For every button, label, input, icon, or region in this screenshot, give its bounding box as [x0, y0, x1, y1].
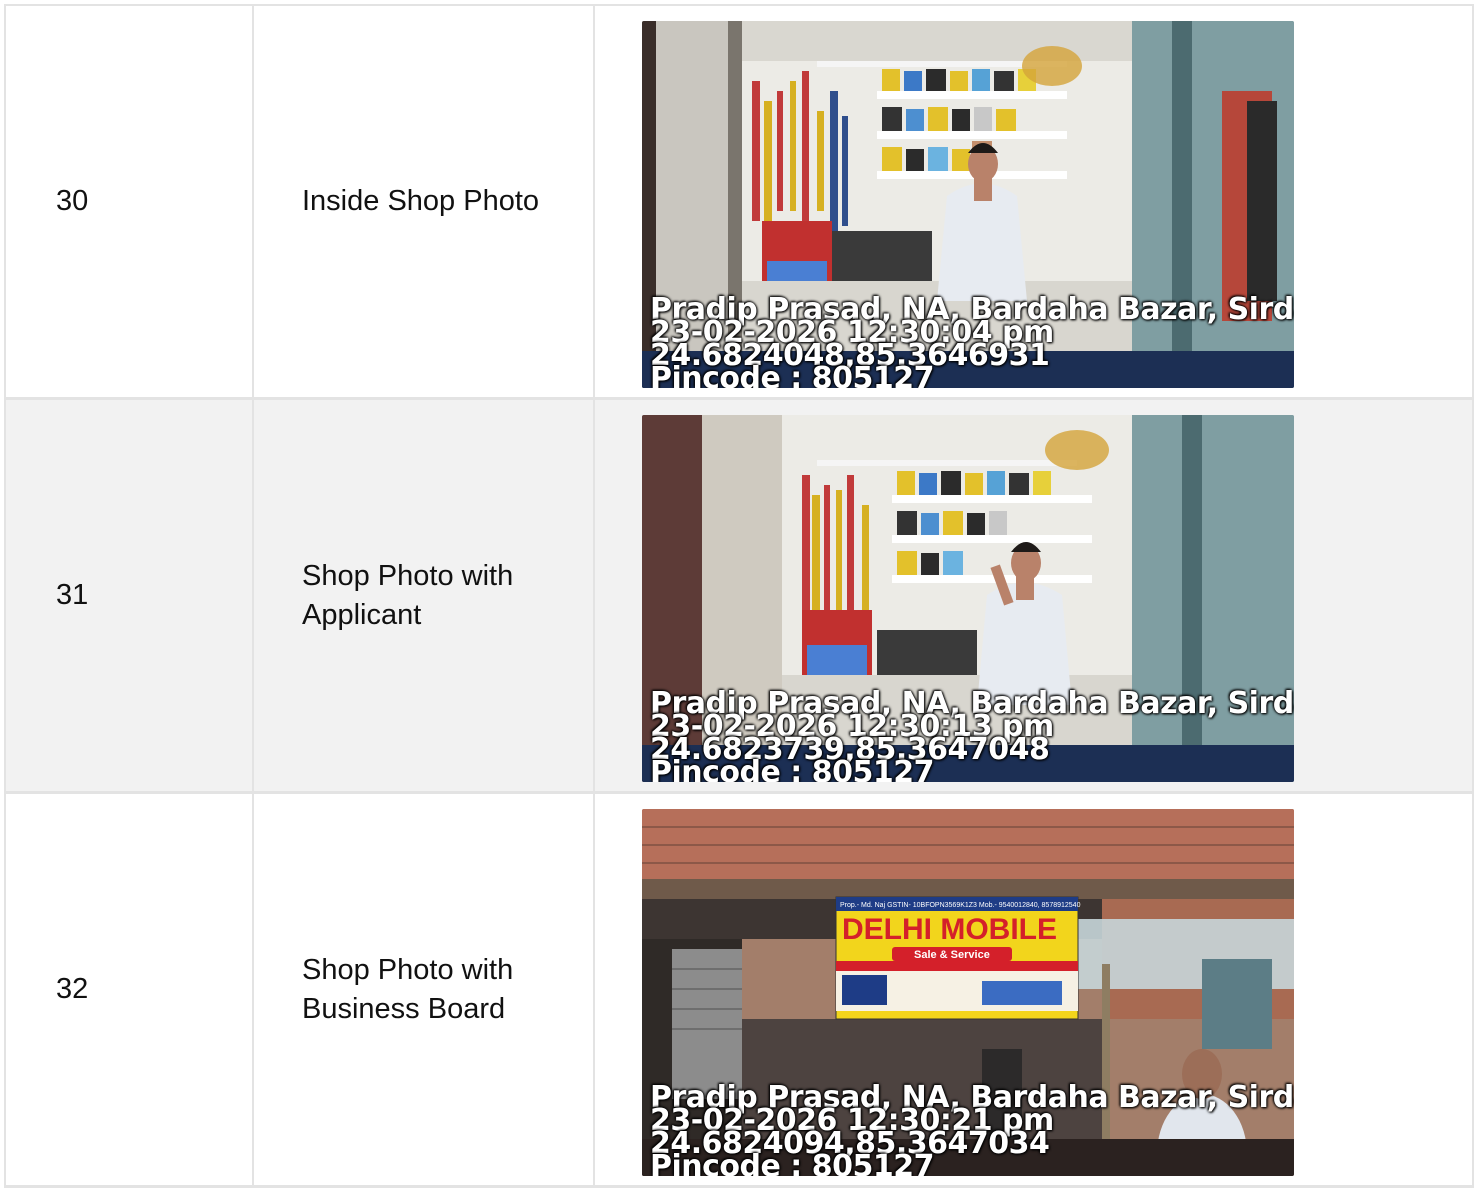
board-title: DELHI MOBILE [842, 913, 1057, 946]
table-row: 31 Shop Photo with Applicant Pradip Pras… [4, 400, 1474, 794]
business-board: Prop.- Md. Naj GSTIN- 10BFOPN3569K1Z3 Mo… [835, 896, 1081, 1020]
table-row: 32 Shop Photo with Business Board Prop.-… [4, 794, 1474, 1188]
photo-stamp: Pradip Prasad, NA, Bardaha Bazar, Sirdal… [650, 295, 1294, 389]
photo-stamp: Pradip Prasad, NA, Bardaha Bazar, Sirdal… [650, 1083, 1294, 1177]
photo-stamp: Pradip Prasad, NA, Bardaha Bazar, Sirdal… [650, 689, 1294, 783]
row-label: Inside Shop Photo [252, 6, 593, 397]
row-number: 31 [4, 400, 252, 791]
row-number: 32 [4, 794, 252, 1185]
row-number: 30 [4, 6, 252, 397]
photo-table: 30 Inside Shop Photo Pradip Prasad, NA, … [4, 4, 1474, 1188]
row-label: Shop Photo with Business Board [252, 794, 593, 1185]
inside-shop-photo[interactable]: Pradip Prasad, NA, Bardaha Bazar, Sirdal… [642, 21, 1294, 388]
board-subtitle: Sale & Service [914, 949, 990, 961]
shop-photo-with-business-board[interactable]: Prop.- Md. Naj GSTIN- 10BFOPN3569K1Z3 Mo… [642, 809, 1294, 1176]
shop-photo-with-applicant[interactable]: Pradip Prasad, NA, Bardaha Bazar, Sirdal… [642, 415, 1294, 782]
table-row: 30 Inside Shop Photo Pradip Prasad, NA, … [4, 6, 1474, 400]
photo-cell: Pradip Prasad, NA, Bardaha Bazar, Sirdal… [593, 400, 1474, 791]
board-top-line: Prop.- Md. Naj GSTIN- 10BFOPN3569K1Z3 Mo… [840, 902, 1081, 909]
row-label: Shop Photo with Applicant [252, 400, 593, 791]
photo-cell: Prop.- Md. Naj GSTIN- 10BFOPN3569K1Z3 Mo… [593, 794, 1474, 1185]
photo-cell: Pradip Prasad, NA, Bardaha Bazar, Sirdal… [593, 6, 1474, 397]
